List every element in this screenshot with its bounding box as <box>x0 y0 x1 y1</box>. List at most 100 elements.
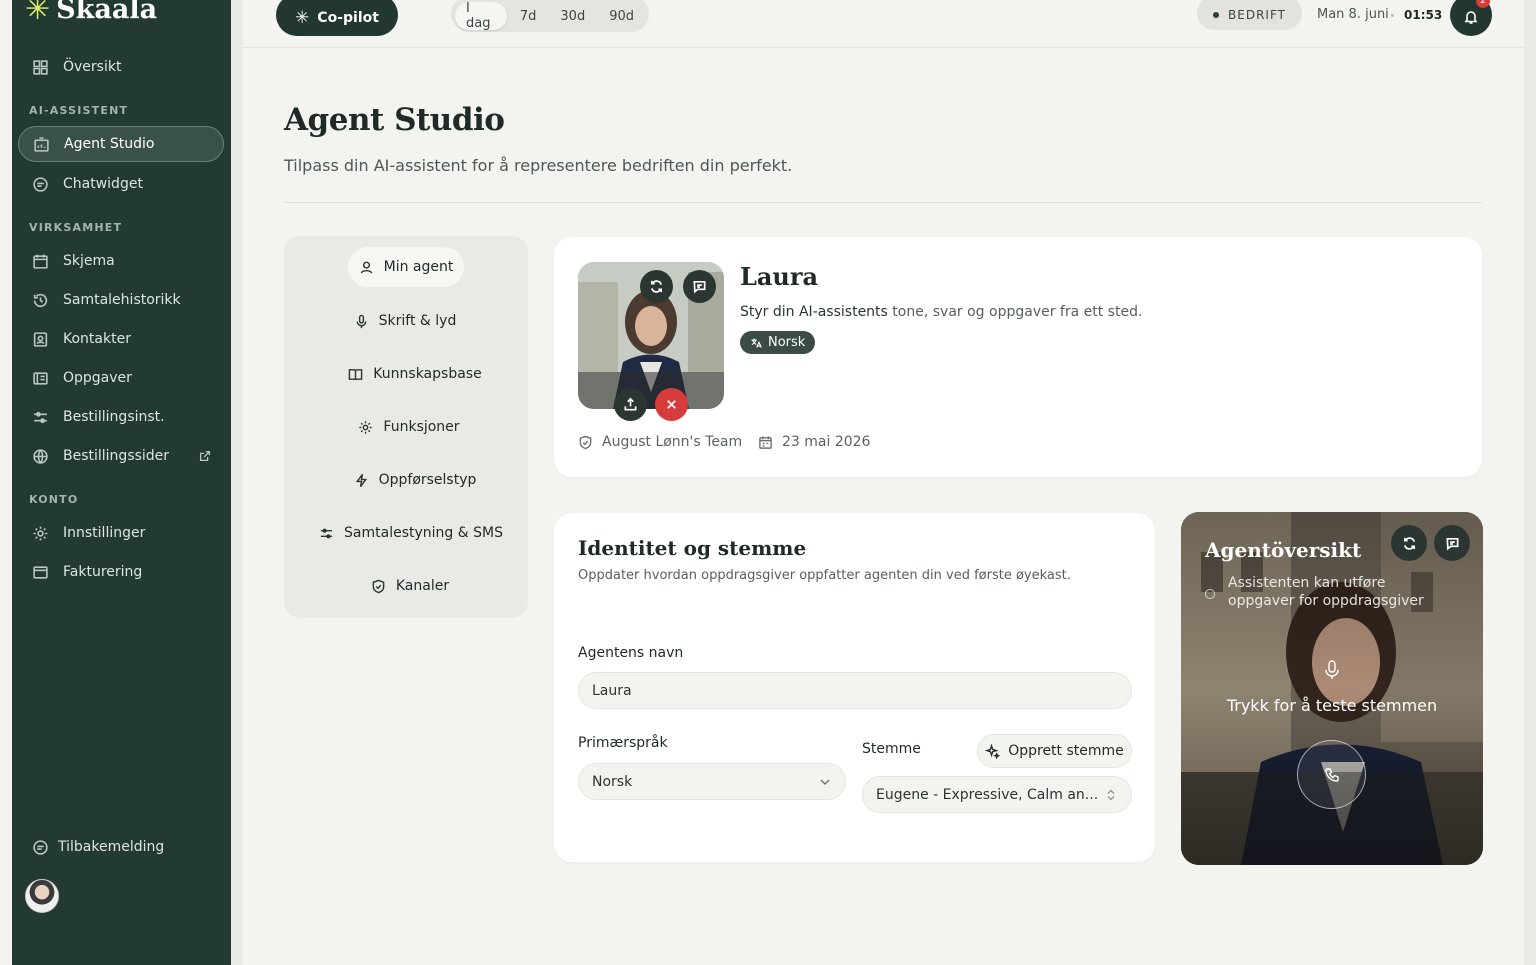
sidebar-item-label: Tilbakemelding <box>58 839 165 855</box>
range-option-7d[interactable]: 7d <box>509 2 548 30</box>
agent-description: Styr din AI-assistents tone, svar og opp… <box>740 304 1142 320</box>
upload-photo-button[interactable] <box>614 388 647 421</box>
language-badge: Norsk <box>740 331 816 354</box>
section-label-ai: AI-ASSISTENT <box>29 104 129 117</box>
sidebar-item-samtalehistorikk[interactable]: Samtalehistorikk <box>18 282 224 318</box>
sidebar-item-agent-studio[interactable]: Agent Studio <box>18 126 224 162</box>
status-dot <box>1213 12 1220 18</box>
bell-icon <box>1464 11 1478 24</box>
sidebar-item-label: Kontakter <box>63 331 131 347</box>
tab-label: Oppførselstyp <box>378 472 477 488</box>
notification-count: 2 <box>1476 0 1490 8</box>
sidebar-item-bestillingssider[interactable]: Bestillingssider <box>18 438 224 474</box>
gear-icon <box>33 526 48 540</box>
copilot-button[interactable]: ✳ Co-pilot <box>276 0 398 36</box>
test-voice-hint: Trykk for å teste stemmen <box>1226 696 1438 715</box>
create-voice-button[interactable]: Opprett stemme <box>977 734 1132 768</box>
account-type-badge[interactable]: BEDRIFT <box>1197 0 1302 30</box>
overview-refresh-button[interactable] <box>1391 525 1427 561</box>
badge-label: BEDRIFT <box>1228 8 1286 22</box>
sidebar-item-innstillinger[interactable]: Innstillinger <box>18 515 224 551</box>
primary-language-select[interactable]: Norsk <box>578 763 846 800</box>
test-call-button[interactable] <box>1297 740 1366 809</box>
voice-value: Eugene - Expressive, Calm an... <box>876 786 1099 803</box>
sliders-icon <box>320 528 333 538</box>
sidebar-item-kontakter[interactable]: Kontakter <box>18 321 224 357</box>
sidebar-item-label: Oppgaver <box>63 370 132 386</box>
invoice-icon <box>33 565 48 579</box>
team-info: August Lønn's Team <box>578 434 742 450</box>
range-option-today[interactable]: I dag <box>455 1 507 31</box>
message-icon <box>693 280 706 294</box>
remove-photo-button[interactable] <box>655 388 688 421</box>
page-title: Agent Studio <box>284 102 505 138</box>
phone-icon <box>1324 767 1339 782</box>
book-icon <box>349 368 363 380</box>
overview-message-button[interactable] <box>1434 525 1470 561</box>
sparkle-icon <box>985 743 1001 759</box>
notifications-button[interactable]: 2 <box>1450 0 1492 36</box>
sidebar-item-oppgaver[interactable]: Oppgaver <box>18 360 224 396</box>
translate-icon <box>751 338 762 348</box>
user-icon <box>360 261 372 273</box>
tab-skrift-lyd[interactable]: Skrift & lyd <box>340 301 470 341</box>
shield-icon <box>579 435 592 449</box>
sidebar: ✳ Skaala Översikt AI-ASSISTENT Agent Stu… <box>12 0 231 965</box>
tab-label: Funksjoner <box>383 419 460 435</box>
voice-select[interactable]: Eugene - Expressive, Calm an... <box>862 776 1132 813</box>
section-label-konto: KONTO <box>29 493 79 506</box>
agent-name: Laura <box>740 262 819 291</box>
logo[interactable]: ✳ Skaala <box>25 0 157 25</box>
chevron-down-icon <box>820 779 830 785</box>
sidebar-item-skjema[interactable]: Skjema <box>18 243 224 279</box>
tab-oppforselstyp[interactable]: Oppførselstyp <box>340 460 490 500</box>
sidebar-item-label: Agent Studio <box>64 136 155 152</box>
shield-icon <box>372 579 385 593</box>
range-option-90d[interactable]: 90d <box>598 2 645 30</box>
tab-label: Kanaler <box>395 578 450 594</box>
voice-label: Stemme <box>862 741 921 757</box>
sidebar-item-label: Översikt <box>63 59 122 75</box>
sidebar-item-label: Fakturering <box>63 564 143 580</box>
current-time: 01:53 <box>1404 8 1443 22</box>
tab-min-agent[interactable]: Min agent <box>348 247 464 287</box>
target-icon <box>1205 589 1215 599</box>
sidebar-item-fakturering[interactable]: Fakturering <box>18 554 224 590</box>
create-voice-label: Opprett stemme <box>1008 743 1124 759</box>
sidebar-item-feedback[interactable]: Tilbakemelding <box>18 829 224 865</box>
agent-overview-card[interactable]: Agentöversikt Assistenten kan utføre opp… <box>1181 512 1483 865</box>
sidebar-item-bestillingsinst[interactable]: Bestillingsinst. <box>18 399 224 435</box>
refresh-icon <box>1403 536 1415 550</box>
tab-label: Samtalestyning & SMS <box>344 525 503 541</box>
date-range-selector: I dag 7d 30d 90d <box>451 0 649 32</box>
section-label-virksamhet: VIRKSAMHET <box>29 221 123 234</box>
external-link-icon <box>199 450 211 462</box>
sidebar-item-label: Bestillingssider <box>63 448 170 464</box>
tab-funksjoner[interactable]: Funksjoner <box>344 407 474 447</box>
copilot-label: Co-pilot <box>317 10 379 26</box>
sidebar-item-label: Bestillingsinst. <box>63 409 165 425</box>
description-rest: tone, svar og oppgaver fra ett sted. <box>887 304 1143 320</box>
contacts-icon <box>33 331 48 347</box>
refresh-icon <box>650 280 663 293</box>
range-option-30d[interactable]: 30d <box>549 2 596 30</box>
primary-language-label: Primærspråk <box>578 735 668 751</box>
history-icon <box>33 293 48 307</box>
language-value: Norsk <box>592 773 633 790</box>
sidebar-item-chatwidget[interactable]: Chatwidget <box>18 166 224 202</box>
asterisk-icon: ✳ <box>295 8 310 28</box>
sidebar-item-oversikt[interactable]: Översikt <box>18 49 224 85</box>
agent-name-input[interactable]: Laura <box>578 672 1132 709</box>
page-subtitle: Tilpass din AI-assistent for å represent… <box>284 156 793 175</box>
overview-subtitle: Assistenten kan utføre oppgaver for oppd… <box>1228 575 1424 609</box>
regenerate-button[interactable] <box>640 270 673 303</box>
tab-label: Min agent <box>383 259 454 275</box>
calendar-icon <box>759 435 772 449</box>
user-avatar[interactable] <box>25 879 59 913</box>
tab-kanaler[interactable]: Kanaler <box>355 566 465 606</box>
tab-samtalestyning-sms[interactable]: Samtalestyning & SMS <box>306 513 516 553</box>
overview-title: Agentöversikt <box>1205 538 1362 562</box>
message-button[interactable] <box>683 270 716 303</box>
chat-bubble-icon <box>33 176 48 192</box>
tab-kunnskapsbase[interactable]: Kunnskapsbase <box>330 354 500 394</box>
